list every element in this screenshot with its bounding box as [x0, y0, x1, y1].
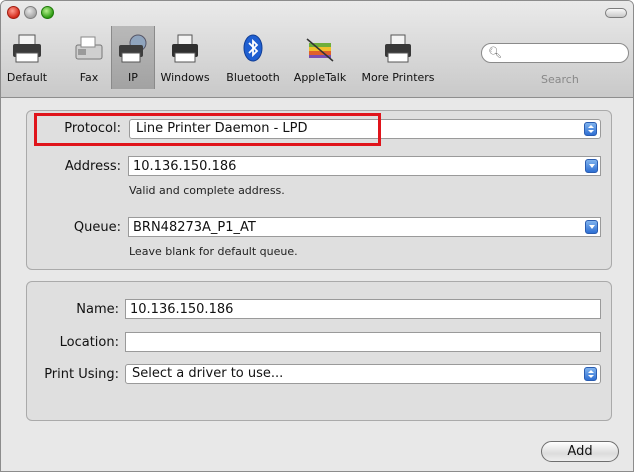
add-printer-window: Default Fax IP Windows Bluetooth AppleTa…: [0, 0, 634, 472]
protocol-highlight-box: [34, 113, 381, 146]
popup-arrows-icon: [584, 367, 597, 381]
toolbar-item-label: AppleTalk: [293, 71, 347, 84]
address-combo[interactable]: [128, 156, 601, 176]
toolbar-item-label: Default: [6, 71, 48, 84]
address-dropdown-icon[interactable]: [585, 159, 598, 173]
print-using-label: Print Using:: [44, 367, 119, 382]
location-label: Location:: [59, 335, 119, 350]
toolbar-item-windows[interactable]: Windows: [159, 33, 211, 91]
address-label: Address:: [64, 159, 121, 174]
toolbar-item-bluetooth[interactable]: Bluetooth: [223, 33, 283, 91]
queue-label: Queue:: [73, 220, 121, 235]
toolbar-toggle-button[interactable]: [605, 8, 627, 18]
address-input[interactable]: [133, 158, 557, 174]
name-label: Name:: [76, 302, 119, 317]
name-field[interactable]: [125, 299, 601, 319]
search-field[interactable]: 🔍︎: [481, 43, 629, 63]
toolbar-item-label: IP: [128, 71, 138, 84]
toolbar-item-label: Bluetooth: [226, 71, 280, 84]
search-label: Search: [541, 73, 579, 86]
print-using-popup[interactable]: Select a driver to use...: [125, 364, 601, 384]
toolbar-item-label: More Printers: [361, 71, 435, 84]
queue-combo[interactable]: [128, 217, 601, 237]
name-input[interactable]: [130, 301, 581, 317]
toolbar-item-appletalk[interactable]: AppleTalk: [291, 33, 349, 91]
close-button[interactable]: [7, 6, 20, 19]
fax-icon: [75, 36, 103, 60]
more-printers-icon: [385, 34, 411, 63]
search-icon: 🔍︎: [488, 46, 502, 59]
toolbar-item-default[interactable]: Default: [5, 33, 49, 91]
queue-dropdown-icon[interactable]: [585, 220, 598, 234]
queue-input[interactable]: [133, 219, 557, 235]
popup-arrows-icon: [584, 122, 597, 136]
ip-printer-icon: [119, 34, 147, 63]
minimize-button[interactable]: [24, 6, 37, 19]
address-note: Valid and complete address.: [129, 184, 285, 197]
toolbar-item-more-printers[interactable]: More Printers: [361, 33, 435, 91]
search-input[interactable]: [502, 45, 626, 62]
location-field[interactable]: [125, 332, 601, 352]
location-input[interactable]: [130, 334, 581, 350]
toolbar-item-fax[interactable]: Fax: [71, 33, 107, 91]
add-button[interactable]: Add: [541, 441, 619, 462]
printer-icon: [13, 34, 41, 63]
zoom-button[interactable]: [41, 6, 54, 19]
toolbar-item-label: Fax: [79, 71, 99, 84]
toolbar: Default Fax IP Windows Bluetooth AppleTa…: [1, 1, 633, 98]
toolbar-item-label: Windows: [160, 71, 210, 84]
bluetooth-icon: [243, 34, 263, 62]
toolbar-item-ip[interactable]: IP: [111, 26, 155, 89]
appletalk-icon: [306, 38, 334, 62]
windows-printer-icon: [172, 34, 198, 63]
print-using-value: Select a driver to use...: [132, 366, 284, 381]
queue-note: Leave blank for default queue.: [129, 245, 298, 258]
